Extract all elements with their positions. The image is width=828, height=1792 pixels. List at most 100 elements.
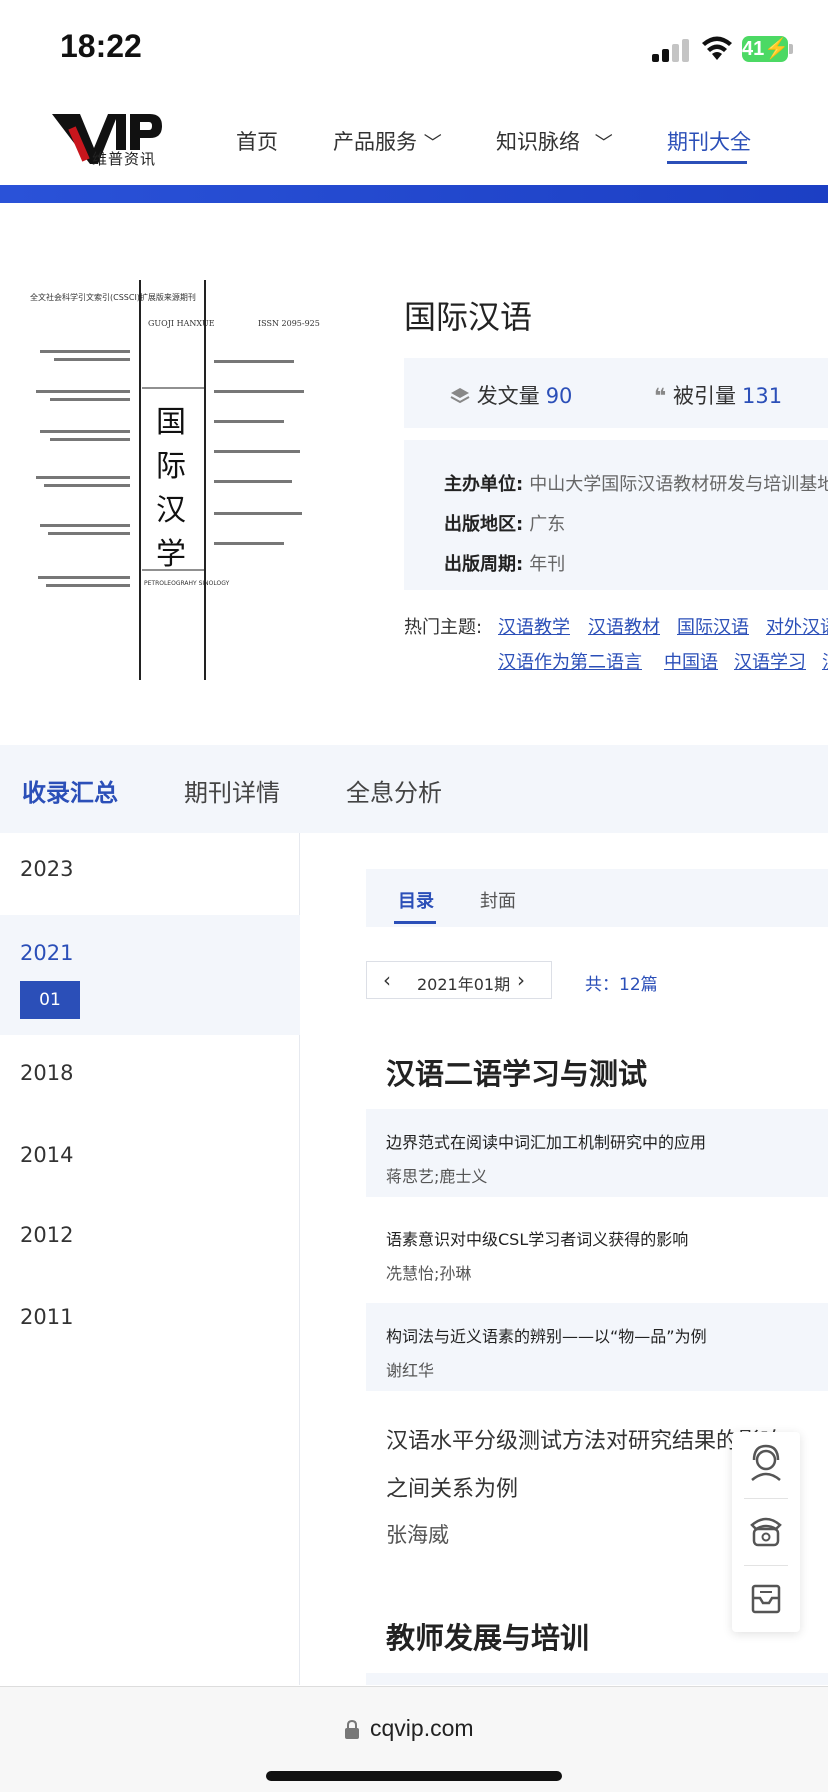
- year-item-active[interactable]: 2021: [20, 941, 73, 965]
- info-period-value: 年刊: [529, 554, 566, 575]
- hot-topic-tag[interactable]: 国际汉语: [677, 613, 749, 639]
- hot-topic-tag[interactable]: 汉语学习: [734, 648, 806, 674]
- stat-articles-label: 发文量: [476, 384, 540, 408]
- nav-knowledge-label: 知识脉络: [496, 130, 580, 154]
- journal-stats: 发文量 90 ❝ 被引量 131: [404, 358, 828, 428]
- hot-topic-tag[interactable]: 汉: [822, 648, 828, 674]
- nav-journals[interactable]: 期刊大全: [667, 126, 751, 156]
- info-period: 出版周期: 年刊: [444, 550, 565, 576]
- nav-active-underline: [667, 161, 747, 164]
- section-title: 教师发展与培训: [386, 1621, 590, 1655]
- blue-banner: [0, 185, 828, 203]
- phone-button[interactable]: [732, 1499, 800, 1565]
- browser-url-bar: cqvip.com: [0, 1686, 828, 1792]
- article-title[interactable]: 边界范式在阅读中词汇加工机制研究中的应用: [386, 1129, 706, 1153]
- journal-header: 全文社会科学引文索引(CSSCI)扩展版来源期刊 GUOJI HANXUE IS…: [0, 230, 828, 730]
- info-sponsor-value: 中山大学国际汉语教材研发与培训基地: [529, 474, 828, 495]
- top-nav: 维普资讯 首页 产品服务 ﹀ 知识脉络 ﹀ 期刊大全: [0, 100, 828, 185]
- journal-tabs: 收录汇总 期刊详情 全息分析: [0, 745, 828, 833]
- floating-toolbar: [732, 1432, 800, 1632]
- stat-citations-label: 被引量: [673, 384, 737, 408]
- nav-home[interactable]: 首页: [236, 126, 278, 156]
- issue-picker-label: 2021年01期: [417, 975, 511, 994]
- nav-products-label: 产品服务: [333, 130, 417, 154]
- chevron-left-icon[interactable]: ‹: [383, 968, 391, 992]
- info-region-value: 广东: [529, 514, 566, 535]
- battery-indicator: 41⚡: [742, 36, 790, 62]
- article-item[interactable]: 语素意识对中级CSL学习者词义获得的影响 冼慧怡;孙琳: [366, 1206, 828, 1294]
- info-period-key: 出版周期:: [444, 554, 524, 575]
- layers-icon: [450, 388, 470, 404]
- journal-cover[interactable]: 全文社会科学引文索引(CSSCI)扩展版来源期刊 GUOJI HANXUE IS…: [30, 280, 325, 680]
- article-authors: 冼慧怡;孙琳: [386, 1264, 472, 1283]
- hot-topic-tag[interactable]: 对外汉语: [766, 613, 828, 639]
- battery-tip: [789, 44, 793, 54]
- article-authors-large: 张海威: [386, 1523, 449, 1547]
- year-item[interactable]: 2023: [20, 857, 73, 881]
- chevron-down-icon: ﹀: [423, 133, 442, 154]
- cover-char-3: 汉: [156, 493, 186, 528]
- journal-title: 国际汉语: [404, 298, 533, 336]
- nav-products[interactable]: 产品服务 ﹀: [333, 126, 442, 156]
- hot-topic-tag[interactable]: 汉语教学: [498, 613, 570, 639]
- stat-articles: 发文量 90: [450, 380, 572, 410]
- brand-name: 维普资讯: [92, 150, 157, 168]
- article-title[interactable]: 构词法与近义语素的辨别——以“物—品”为例: [386, 1323, 707, 1347]
- subtab-toc[interactable]: 目录: [398, 887, 434, 913]
- cover-char-2: 际: [156, 449, 186, 484]
- article-authors: 谢红华: [386, 1361, 435, 1380]
- headset-icon: [751, 1444, 781, 1481]
- signal-icon: [652, 38, 692, 62]
- article-item-partial: [366, 1673, 828, 1685]
- year-sidebar: 2023 2021 01 2018 2014 2012 2011: [0, 833, 300, 1685]
- hot-topic-tag[interactable]: 汉语作为第二语言: [498, 648, 642, 674]
- lock-icon: [345, 1719, 359, 1739]
- chevron-right-icon[interactable]: ›: [517, 968, 525, 992]
- cover-header-left: 全文社会科学引文索引(CSSCI)扩展版来源期刊: [30, 292, 196, 302]
- tab-holographic-analysis[interactable]: 全息分析: [346, 773, 442, 808]
- info-sponsor-key: 主办单位:: [444, 474, 524, 495]
- journal-info: 主办单位: 中山大学国际汉语教材研发与培训基地 出版地区: 广东 出版周期: 年刊: [404, 440, 828, 590]
- year-item[interactable]: 2012: [20, 1223, 73, 1247]
- issue-picker: ‹ 2021年01期 ›: [366, 961, 552, 999]
- wifi-icon: [702, 36, 732, 60]
- hot-topic-tag[interactable]: 汉语教材: [588, 613, 660, 639]
- cover-header-right: ISSN 2095-9257: [258, 319, 320, 328]
- stat-citations-value: 131: [742, 384, 783, 408]
- stat-citations: ❝ 被引量 131: [654, 380, 782, 410]
- quote-icon: ❝: [654, 384, 667, 408]
- cover-char-4: 学: [156, 537, 186, 572]
- customer-service-button[interactable]: [732, 1432, 800, 1498]
- article-title[interactable]: 语素意识对中级CSL学习者词义获得的影响: [386, 1226, 688, 1250]
- subtab-underline: [394, 921, 436, 924]
- year-item[interactable]: 2014: [20, 1143, 73, 1167]
- cover-art: 全文社会科学引文索引(CSSCI)扩展版来源期刊 GUOJI HANXUE IS…: [30, 280, 325, 680]
- article-authors: 蒋思艺;鹿士义: [386, 1167, 488, 1186]
- subtab-cover[interactable]: 封面: [480, 887, 516, 913]
- year-item[interactable]: 2018: [20, 1061, 73, 1085]
- article-item[interactable]: 边界范式在阅读中词汇加工机制研究中的应用 蒋思艺;鹿士义: [366, 1109, 828, 1197]
- tab-collection-summary[interactable]: 收录汇总: [22, 773, 118, 808]
- content-subtabs: 目录 封面: [366, 869, 828, 927]
- url-text[interactable]: cqvip.com: [370, 1715, 474, 1742]
- article-item[interactable]: 构词法与近义语素的辨别——以“物—品”为例 谢红华: [366, 1303, 828, 1391]
- cover-char-1: 国: [156, 405, 186, 440]
- year-item[interactable]: 2011: [20, 1305, 73, 1329]
- tab-journal-details[interactable]: 期刊详情: [184, 773, 280, 808]
- status-bar: 18:22 41⚡: [0, 0, 828, 100]
- article-count: 共：12篇: [585, 975, 658, 995]
- section-title: 汉语二语学习与测试: [386, 1057, 648, 1091]
- info-sponsor: 主办单位: 中山大学国际汉语教材研发与培训基地: [444, 470, 828, 496]
- issue-chip[interactable]: 01: [20, 981, 80, 1019]
- phone-icon: [750, 1517, 782, 1547]
- chevron-down-icon: ﹀: [594, 133, 613, 154]
- article-title-large[interactable]: 汉语水平分级测试方法对研究结果的影响: [386, 1423, 782, 1455]
- feedback-button[interactable]: [732, 1566, 800, 1632]
- hot-topic-tag[interactable]: 中国语: [664, 648, 718, 674]
- info-region-key: 出版地区:: [444, 514, 524, 535]
- nav-knowledge[interactable]: 知识脉络 ﹀: [496, 126, 613, 156]
- status-time: 18:22: [60, 28, 142, 64]
- cover-footer: PETROLEOGRAHY SINOLOGY: [144, 580, 230, 587]
- article-title-large-line2[interactable]: 之间关系为例: [386, 1471, 518, 1503]
- stat-articles-value: 90: [545, 384, 573, 408]
